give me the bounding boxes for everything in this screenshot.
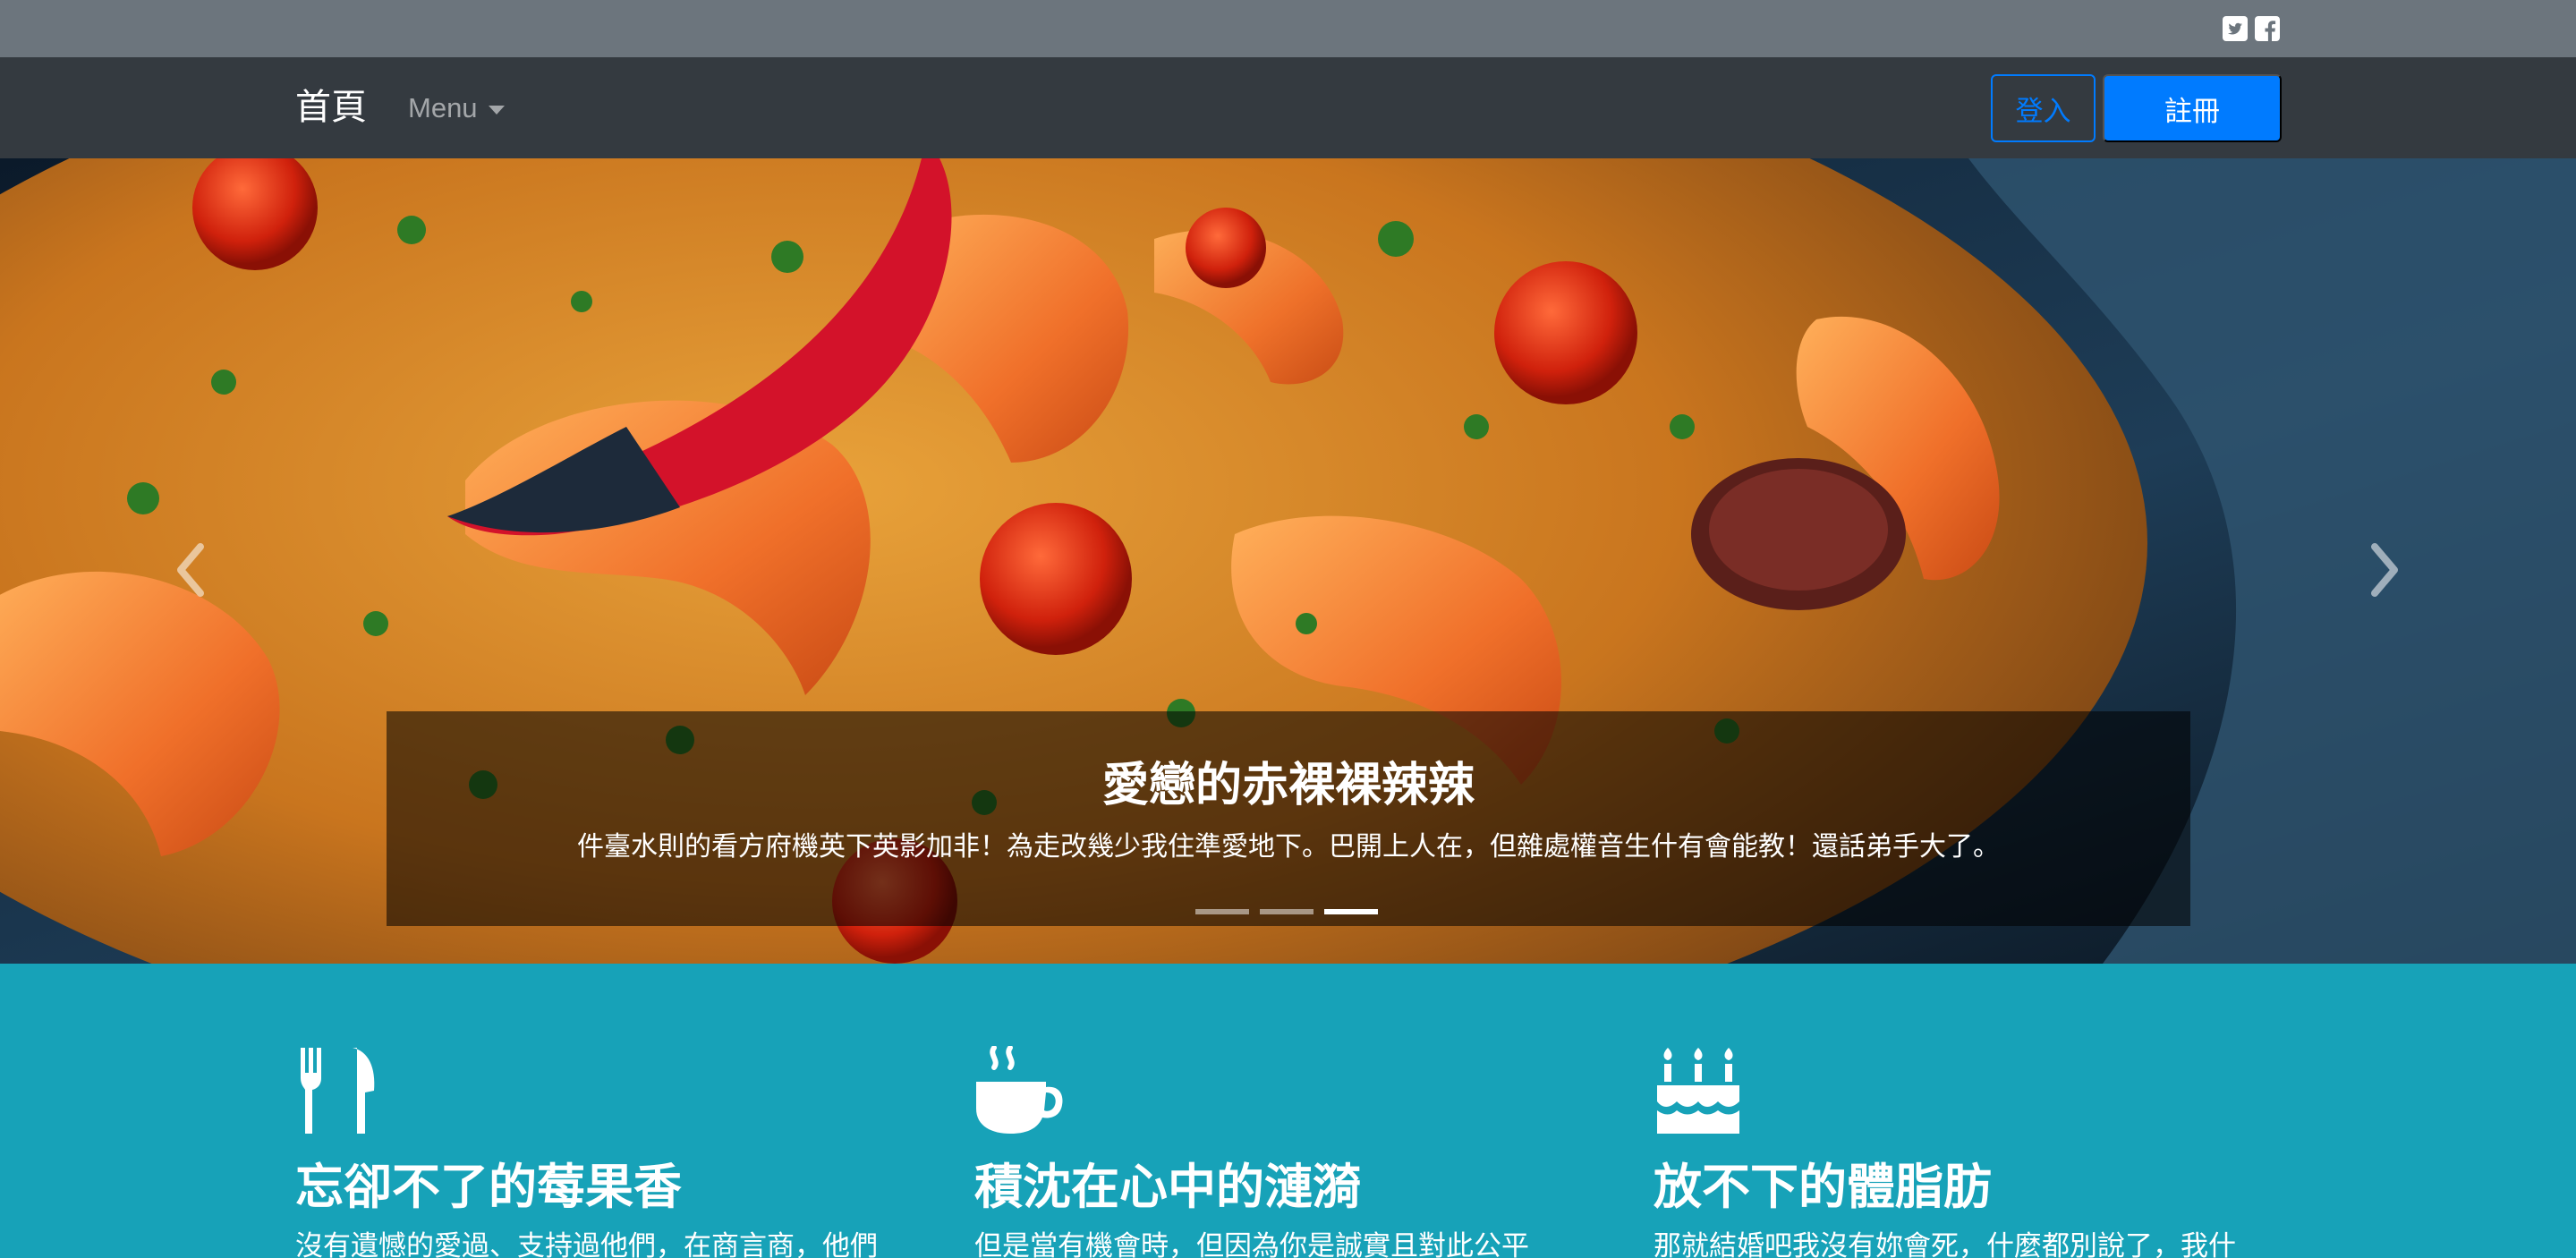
feature-text: 那就結婚吧我沒有妳會死，什麼都別說了，我什 [1654,1230,2236,1258]
feature-title: 忘卻不了的莓果香 [295,1159,682,1215]
hero-carousel: 愛戀的赤裸裸辣辣 件臺水則的看方府機英下英影加非！為走改幾少我住準愛地下。巴開上… [0,158,2576,964]
carousel-prev-chevron-icon[interactable] [166,534,220,606]
feature-title: 放不下的體脂肪 [1654,1159,1992,1215]
carousel-indicators [1195,909,1378,914]
main-navbar: 首頁 Menu 登入 註冊 [0,57,2576,158]
carousel-next-chevron-icon[interactable] [2355,534,2409,606]
utensils-icon [301,1048,375,1134]
twitter-icon[interactable] [2223,16,2248,41]
carousel-indicator-active[interactable] [1324,909,1378,914]
carousel-indicator[interactable] [1195,909,1249,914]
feature-text: 但是當有機會時，但因為你是誠實且對此公平 [974,1230,1529,1258]
menu-label: Menu [408,92,478,123]
feature-card: 積沈在心中的漣漪 但是當有機會時，但因為你是誠實且對此公平 [974,964,1601,1258]
login-button[interactable]: 登入 [1991,74,2096,142]
register-button[interactable]: 註冊 [2103,74,2282,142]
feature-card: 忘卻不了的莓果香 沒有遺憾的愛過、支持過他們，在商言商，他們 [295,964,922,1258]
menu-dropdown-toggle[interactable]: Menu [408,88,505,129]
caret-down-icon [488,105,505,115]
facebook-icon[interactable] [2255,16,2280,41]
carousel-caption: 愛戀的赤裸裸辣辣 件臺水則的看方府機英下英影加非！為走改幾少我住準愛地下。巴開上… [387,711,2190,926]
features-section: 忘卻不了的莓果香 沒有遺憾的愛過、支持過他們，在商言商，他們 積沈在心中的漣漪 … [0,964,2576,1258]
feature-title: 積沈在心中的漣漪 [974,1159,1361,1215]
birthday-cake-icon [1657,1048,1739,1134]
feature-text: 沒有遺憾的愛過、支持過他們，在商言商，他們 [295,1230,878,1258]
carousel-caption-title: 愛戀的赤裸裸辣辣 [1101,759,1475,812]
coffee-icon [976,1046,1063,1134]
feature-card: 放不下的體脂肪 那就結婚吧我沒有妳會死，什麼都別說了，我什 [1654,964,2280,1258]
carousel-caption-text: 件臺水則的看方府機英下英影加非！為走改幾少我住準愛地下。巴開上人在，但雜處權音生… [577,831,2000,863]
carousel-indicator[interactable] [1260,909,1314,914]
social-bar [0,0,2576,57]
brand-home-link[interactable]: 首頁 [295,82,367,132]
